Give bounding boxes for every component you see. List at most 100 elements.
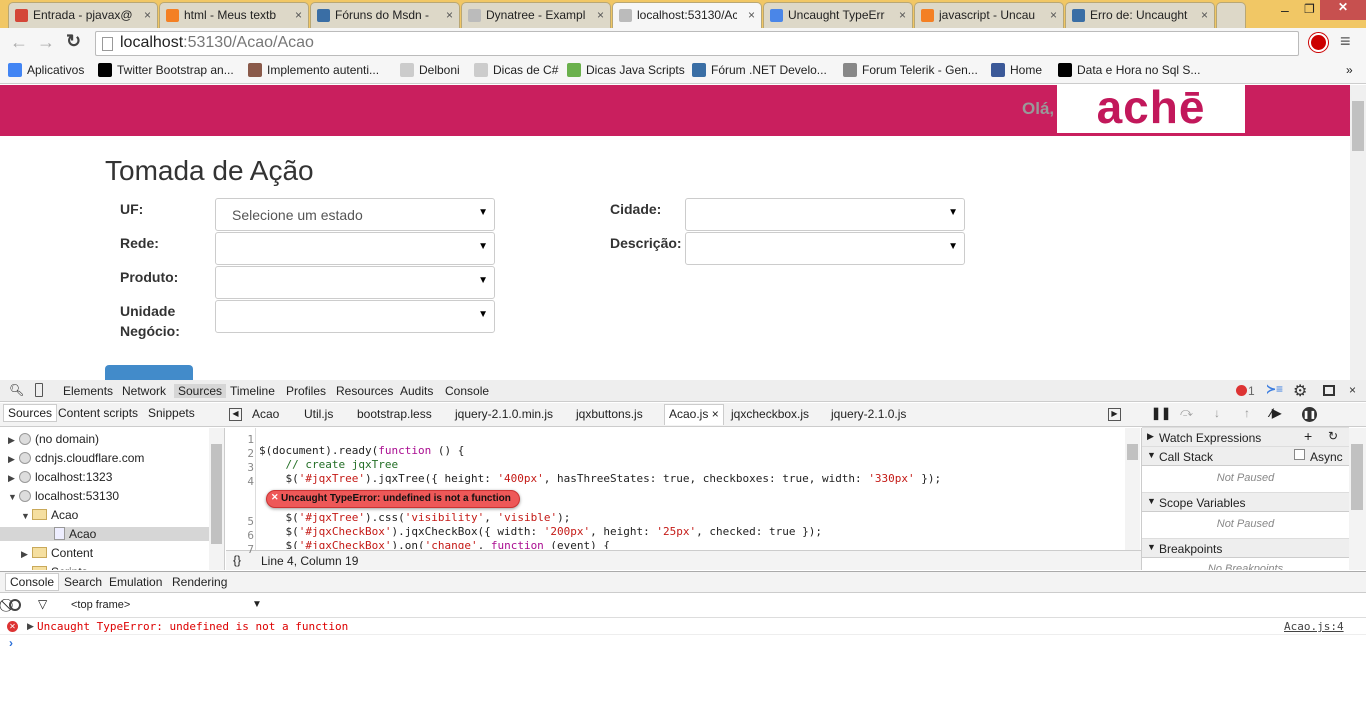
navigator-item[interactable]: ▶ localhost:1323 bbox=[8, 470, 112, 484]
devtools-tab-console[interactable]: Console bbox=[445, 384, 489, 398]
adblock-icon[interactable] bbox=[1309, 33, 1328, 52]
file-tab[interactable]: Acao bbox=[252, 407, 279, 421]
close-tab-icon[interactable]: × bbox=[597, 8, 604, 22]
console-prompt[interactable]: › bbox=[9, 636, 13, 650]
devtools-tab-profiles[interactable]: Profiles bbox=[286, 384, 326, 398]
cidade-select[interactable]: ▼ bbox=[685, 198, 965, 231]
reload-button[interactable]: ↻ bbox=[66, 31, 81, 52]
close-tab-icon[interactable]: × bbox=[295, 8, 302, 22]
bookmark[interactable]: Data e Hora no Sql S... bbox=[1058, 63, 1200, 77]
close-tab-icon[interactable]: × bbox=[446, 8, 453, 22]
pause-on-exceptions-icon[interactable]: ❚❚ bbox=[1302, 407, 1317, 422]
bookmarks-more[interactable]: » bbox=[1346, 63, 1353, 77]
line-number[interactable]: 6 bbox=[226, 529, 254, 542]
navigator-item[interactable]: ▼ Acao bbox=[21, 508, 78, 522]
browser-tab[interactable]: javascript - Uncau × bbox=[914, 2, 1064, 28]
devtools-tab-audits[interactable]: Audits bbox=[400, 384, 433, 398]
menu-icon[interactable]: ≡ bbox=[1340, 31, 1351, 52]
line-number[interactable]: 3 bbox=[226, 461, 254, 474]
browser-tab[interactable]: Uncaught TypeErr × bbox=[763, 2, 913, 28]
bookmark[interactable]: Dicas Java Scripts bbox=[567, 63, 685, 77]
call-stack-header[interactable]: ▼ Call Stack Async bbox=[1142, 446, 1349, 466]
browser-tab[interactable]: Entrada - pjavax@ × bbox=[8, 2, 158, 28]
produto-select[interactable]: ▼ bbox=[215, 266, 495, 299]
close-tab-icon[interactable]: × bbox=[899, 8, 906, 22]
page-scrollbar[interactable] bbox=[1350, 85, 1366, 380]
search-button[interactable] bbox=[105, 365, 193, 380]
unidade-negocio-select[interactable]: ▼ bbox=[215, 300, 495, 333]
devtools-tab-network[interactable]: Network bbox=[122, 384, 166, 398]
devtools-tab-elements[interactable]: Elements bbox=[63, 384, 113, 398]
new-tab-button[interactable] bbox=[1216, 2, 1246, 28]
line-number[interactable]: 1 bbox=[226, 433, 254, 446]
drawer-toggle-icon[interactable]: ≻≡ bbox=[1266, 382, 1283, 396]
refresh-icon[interactable]: ↻ bbox=[1328, 429, 1338, 443]
file-tab[interactable]: bootstrap.less bbox=[357, 407, 432, 421]
close-tab-icon[interactable]: × bbox=[1201, 8, 1208, 22]
close-devtools-icon[interactable]: × bbox=[1349, 383, 1356, 397]
line-number[interactable]: 7 bbox=[226, 543, 254, 556]
navigator-tab[interactable]: Sources bbox=[3, 404, 58, 422]
bookmark[interactable]: Dicas de C# bbox=[474, 63, 558, 77]
file-tab[interactable]: Util.js bbox=[304, 407, 333, 421]
debugger-scrollbar[interactable] bbox=[1349, 428, 1366, 570]
navigator-item[interactable]: ▶ Content bbox=[21, 546, 93, 560]
dock-icon[interactable] bbox=[1323, 385, 1335, 396]
back-button[interactable]: ← bbox=[10, 32, 28, 53]
toggle-navigator-icon[interactable]: ◀ bbox=[229, 408, 242, 421]
close-file-icon[interactable]: × bbox=[712, 407, 719, 421]
close-tab-icon[interactable]: × bbox=[1050, 8, 1057, 22]
descricao-select[interactable]: ▼ bbox=[685, 232, 965, 265]
browser-tab[interactable]: localhost:53130/Ac × bbox=[612, 2, 762, 28]
browser-tab[interactable]: Fóruns do Msdn - × bbox=[310, 2, 460, 28]
drawer-tab[interactable]: Search bbox=[64, 575, 102, 589]
gear-icon[interactable]: ⚙ bbox=[1293, 381, 1307, 401]
bookmark[interactable]: Fórum .NET Develo... bbox=[692, 63, 827, 77]
bookmark[interactable]: Aplicativos bbox=[8, 63, 84, 77]
error-count[interactable]: 1 bbox=[1248, 384, 1255, 398]
step-over-icon[interactable]: ⤼ bbox=[1180, 405, 1193, 420]
breakpoints-header[interactable]: ▼ Breakpoints bbox=[1142, 538, 1349, 558]
browser-tab[interactable]: Erro de: Uncaught × bbox=[1065, 2, 1215, 28]
drawer-tab[interactable]: Console bbox=[5, 573, 60, 591]
devtools-tab-sources[interactable]: Sources bbox=[174, 384, 227, 398]
file-tab[interactable]: Acao.js × bbox=[664, 404, 724, 425]
navigator-item[interactable]: Acao bbox=[0, 527, 209, 541]
expand-icon[interactable]: ▶ bbox=[27, 621, 34, 632]
bookmark[interactable]: Twitter Bootstrap an... bbox=[98, 63, 234, 77]
device-icon[interactable] bbox=[35, 383, 43, 397]
navigator-item[interactable]: ▼ localhost:53130 bbox=[8, 489, 119, 503]
line-number[interactable]: 4 bbox=[226, 475, 254, 488]
line-number[interactable]: 2 bbox=[226, 447, 254, 460]
bookmark[interactable]: Home bbox=[991, 63, 1042, 77]
devtools-tab-timeline[interactable]: Timeline bbox=[230, 384, 275, 398]
file-tab[interactable]: jquery-2.1.0.js bbox=[831, 407, 906, 421]
forward-button[interactable]: → bbox=[37, 32, 55, 53]
bookmark[interactable]: Delboni bbox=[400, 63, 460, 77]
devtools-tab-resources[interactable]: Resources bbox=[336, 384, 393, 398]
uf-select[interactable]: Selecione um estado ▼ bbox=[215, 198, 495, 231]
step-out-icon[interactable]: ↑ bbox=[1244, 406, 1250, 420]
address-bar[interactable]: localhost:53130/Acao/Acao bbox=[95, 31, 1299, 56]
toggle-debugger-icon[interactable]: ▶ bbox=[1108, 408, 1121, 421]
file-tab[interactable]: jquery-2.1.0.min.js bbox=[455, 407, 553, 421]
watch-expressions-header[interactable]: ▶ Watch Expressions + ↻ bbox=[1142, 427, 1349, 447]
close-tab-icon[interactable]: × bbox=[748, 8, 755, 22]
frame-dropdown-icon[interactable]: ▼ bbox=[252, 599, 262, 610]
pause-icon[interactable]: ❚❚ bbox=[1151, 406, 1171, 420]
editor-scrollbar[interactable] bbox=[1125, 428, 1140, 550]
file-tab[interactable]: jqxcheckbox.js bbox=[731, 407, 809, 421]
frame-select[interactable]: <top frame> bbox=[71, 599, 130, 611]
error-count-icon[interactable] bbox=[1236, 385, 1247, 396]
navigator-tab[interactable]: Content scripts bbox=[58, 406, 138, 420]
console-source-link[interactable]: Acao.js:4 bbox=[1284, 620, 1344, 633]
browser-tab[interactable]: Dynatree - Exampl × bbox=[461, 2, 611, 28]
add-icon[interactable]: + bbox=[1304, 428, 1312, 444]
navigator-item[interactable]: ▶ (no domain) bbox=[8, 432, 99, 446]
navigator-item[interactable]: ▶ cdnjs.cloudflare.com bbox=[8, 451, 144, 465]
rede-select[interactable]: ▼ bbox=[215, 232, 495, 265]
line-number[interactable]: 5 bbox=[226, 515, 254, 528]
navigator-tab[interactable]: Snippets bbox=[148, 406, 195, 420]
drawer-tab[interactable]: Emulation bbox=[109, 575, 162, 589]
bookmark[interactable]: Implemento autenti... bbox=[248, 63, 379, 77]
